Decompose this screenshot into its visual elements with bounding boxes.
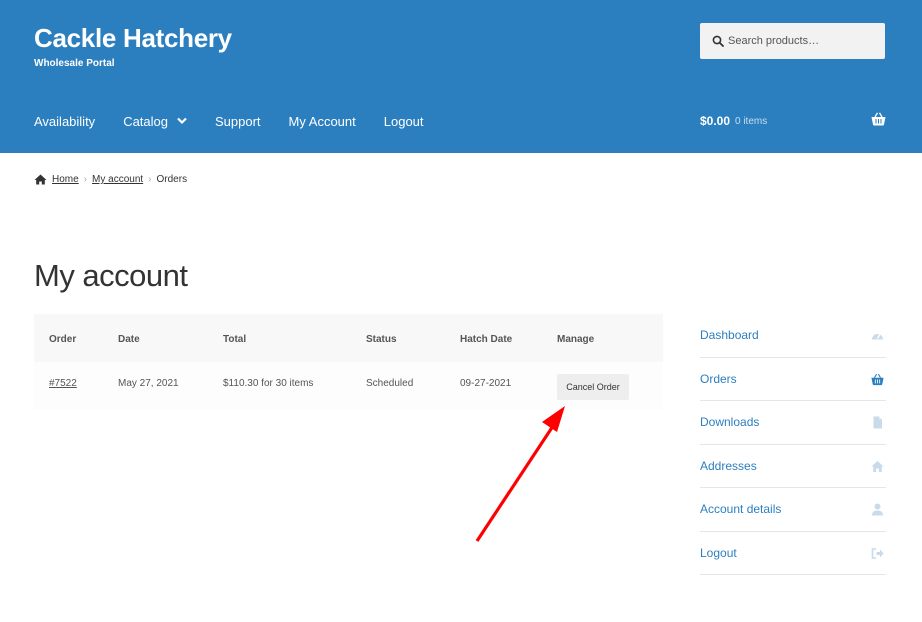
home-icon [871,460,884,472]
account-nav-logout[interactable]: Logout [700,532,886,575]
dashboard-icon [872,333,883,340]
cancel-order-button[interactable]: Cancel Order [557,374,629,400]
account-nav-downloads[interactable]: Downloads [700,401,886,445]
column-header-order: Order [49,334,77,345]
account-nav-dashboard[interactable]: Dashboard [700,314,886,358]
breadcrumb-current: Orders [156,174,188,185]
search-icon [712,35,724,47]
column-header-hatch-date: Hatch Date [460,334,513,345]
breadcrumb: Home › My account › Orders [34,174,187,185]
file-icon [873,416,882,429]
basket-icon [871,112,886,126]
basket-icon [871,373,884,385]
column-header-manage: Manage [557,334,595,345]
account-navigation: Dashboard Orders Downloads Addresses Acc… [700,314,886,575]
order-hatch-date: 09-27-2021 [460,378,512,389]
order-total: $110.30 for 30 items [223,378,314,389]
nav-item-my-account[interactable]: My Account [289,112,356,130]
chevron-down-icon [177,117,187,125]
order-number-link[interactable]: #7522 [49,378,77,389]
column-header-status: Status [366,334,397,345]
orders-table: Order Date Total Status Hatch Date Manag… [34,314,663,410]
header-cart[interactable]: $0.00 0 items [700,112,886,130]
search-box [700,23,885,59]
breadcrumb-separator: › [148,174,152,185]
breadcrumb-my-account[interactable]: My account [92,174,143,185]
home-icon [34,174,47,185]
page-title: My account [34,258,188,293]
account-nav-addresses[interactable]: Addresses [700,445,886,488]
site-tagline: Wholesale Portal [34,58,115,69]
site-header: Cackle Hatchery Wholesale Portal Availab… [0,0,922,153]
account-nav-account-details[interactable]: Account details [700,488,886,532]
breadcrumb-separator: › [83,174,88,185]
account-nav-orders[interactable]: Orders [700,358,886,401]
nav-item-catalog[interactable]: Catalog [123,112,187,130]
cart-amount: $0.00 [700,114,731,128]
nav-item-availability[interactable]: Availability [34,112,95,130]
column-header-date: Date [118,334,140,345]
order-date: May 27, 2021 [118,378,179,389]
order-status: Scheduled [366,378,414,389]
primary-nav: Availability Catalog Support My Account … [34,112,452,130]
table-header-row: Order Date Total Status Hatch Date Manag… [34,314,663,362]
site-title[interactable]: Cackle Hatchery [34,23,232,54]
search-input[interactable] [728,23,878,59]
table-row: #7522 May 27, 2021 $110.30 for 30 items … [34,362,663,410]
column-header-total: Total [223,334,247,345]
nav-item-logout[interactable]: Logout [384,112,424,130]
user-icon [872,503,883,516]
cart-count: 0 items [735,116,768,127]
breadcrumb-home[interactable]: Home [52,174,79,185]
sign-out-icon [871,547,884,559]
nav-item-support[interactable]: Support [215,112,261,130]
